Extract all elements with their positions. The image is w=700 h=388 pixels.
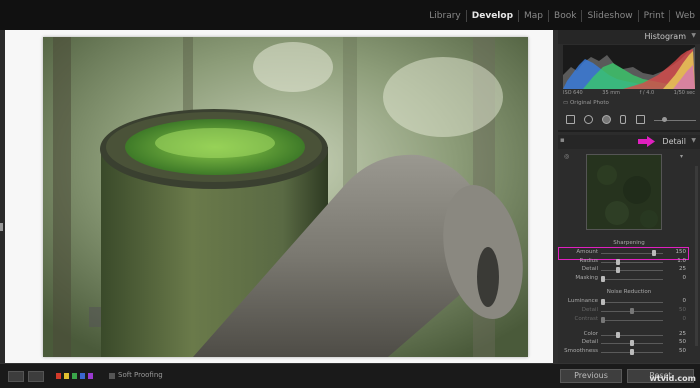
module-web[interactable]: Web [669,10,700,22]
exif-iso: ISO 640 [563,90,583,96]
noise-contrast-2-value[interactable]: 0 [683,316,687,322]
color-label-swatch[interactable] [72,373,77,379]
sharpen-amount-label: Amount [576,249,598,255]
sharpening-heading: Sharpening [613,240,645,246]
histogram-exif: ISO 640 35 mm f / 4.0 1/50 sec [563,90,695,96]
before-after-button[interactable] [28,371,44,382]
top-module-bar: Library Develop Map Book Slideshow Print… [0,0,700,30]
noise-smoothness-5-slider-knob[interactable] [630,349,634,355]
module-slideshow[interactable]: Slideshow [581,10,637,22]
noise-color-3-value[interactable]: 25 [679,331,686,337]
histogram[interactable] [563,45,695,89]
panel-switch-icon[interactable]: ▪ [560,136,565,144]
noise-smoothness-5-row[interactable]: Smoothness 50 [558,347,700,357]
detail-targeting-icon[interactable]: ◎ [564,153,569,160]
collapse-triangle-icon[interactable]: ▼ [691,32,696,39]
original-photo-label[interactable]: ▭ Original Photo [563,100,609,106]
noise-reduction-heading: Noise Reduction [606,289,652,295]
module-print[interactable]: Print [637,10,670,22]
tool-slider-knob[interactable] [662,117,667,122]
right-develop-panel: Histogram ▼ ISO 640 35 mm f / 4.0 1/50 s… [558,30,700,363]
sharpen-masking-slider[interactable] [601,278,663,280]
noise-color-3-slider[interactable] [601,335,663,336]
module-map[interactable]: Map [518,10,548,22]
detail-warning-icon: ▾ [680,153,684,160]
noise-luminance-0-slider-knob[interactable] [601,299,605,305]
color-label-swatch[interactable] [64,373,69,379]
sharpen-masking-value[interactable]: 0 [683,275,687,281]
sharpen-masking-slider-knob[interactable] [601,275,605,282]
noise-luminance-0-value[interactable]: 0 [683,298,687,304]
noise-detail-4-value[interactable]: 50 [679,339,686,345]
noise-detail-4-label: Detail [581,339,598,345]
noise-contrast-2-row[interactable]: Contrast 0 [558,315,700,325]
red-eye-icon[interactable] [620,115,626,124]
noise-detail-1-slider-knob[interactable] [630,308,634,314]
module-library[interactable]: Library [424,10,465,22]
soft-proofing-label: Soft Proofing [118,371,163,379]
noise-smoothness-5-value[interactable]: 50 [679,348,686,354]
sharpen-detail-value[interactable]: 25 [679,266,686,272]
sharpen-radius-value[interactable]: 1.0 [677,258,686,264]
panel-separator [558,130,700,132]
detail-preview-thumbnail[interactable] [586,154,662,230]
sharpen-detail-slider-knob[interactable] [615,267,620,273]
exif-aperture: f / 4.0 [639,90,655,96]
sharpen-masking-label: Masking [575,274,598,281]
sharpen-amount-value[interactable]: 150 [676,249,687,255]
image-canvas[interactable] [5,30,553,363]
noise-luminance-0-label: Luminance [567,298,598,304]
sharpen-amount-slider-knob[interactable] [652,250,657,256]
original-photo-text: Original Photo [569,100,609,106]
graduated-filter-icon[interactable] [636,115,645,124]
detail-title: Detail [662,137,686,146]
tool-strip [562,114,696,126]
color-label-swatch[interactable] [56,373,61,379]
sharpen-detail-slider[interactable] [601,270,663,271]
sharpen-radius-label: Radius [579,257,598,264]
bottom-toolbar: Soft Proofing Previous Reset wtvid.com [0,363,700,388]
noise-luminance-0-slider[interactable] [601,302,663,303]
noise-color-3-label: Color [583,331,598,337]
histogram-title: Histogram [644,32,687,41]
histogram-header[interactable]: Histogram ▼ [558,30,700,44]
noise-contrast-2-label: Contrast [574,316,598,322]
exif-focal: 35 mm [602,90,620,96]
sharpen-masking-row[interactable]: Masking 0 [558,274,700,284]
panel-scrollbar[interactable] [695,166,698,346]
noise-contrast-2-slider-knob[interactable] [601,317,605,323]
color-label-swatch[interactable] [80,373,85,379]
loupe-view-button[interactable] [8,371,24,382]
noise-contrast-2-slider[interactable] [601,320,663,321]
sharpen-radius-slider[interactable] [601,261,663,263]
collapse-triangle-icon[interactable]: ▼ [691,137,696,144]
module-book[interactable]: Book [548,10,581,22]
detail-header[interactable]: Detail ▼ ▪ [558,135,700,149]
tool-slider[interactable] [654,120,696,121]
crop-tool-icon[interactable] [584,115,593,124]
noise-smoothness-5-label: Smoothness [564,348,598,354]
photo-preview[interactable] [43,37,528,357]
pink-pointer-arrow-icon [638,136,655,147]
grid-tool-icon[interactable] [566,115,575,124]
watermark: wtvid.com [649,374,696,383]
sharpen-detail-label: Detail [581,266,598,272]
previous-button[interactable]: Previous [560,369,622,383]
module-develop[interactable]: Develop [465,10,518,22]
spot-removal-icon[interactable] [602,115,611,124]
expand-left-panel-icon[interactable] [0,223,3,231]
sharpen-radius-slider-knob[interactable] [615,258,620,265]
exif-shutter: 1/50 sec [673,90,695,96]
color-label-swatch[interactable] [88,373,93,379]
noise-detail-4-slider-knob[interactable] [630,340,634,346]
noise-detail-1-value[interactable]: 50 [679,307,686,313]
soft-proofing-checkbox[interactable] [109,373,115,379]
noise-detail-1-label: Detail [581,307,598,313]
module-picker: Library Develop Map Book Slideshow Print… [424,10,700,22]
